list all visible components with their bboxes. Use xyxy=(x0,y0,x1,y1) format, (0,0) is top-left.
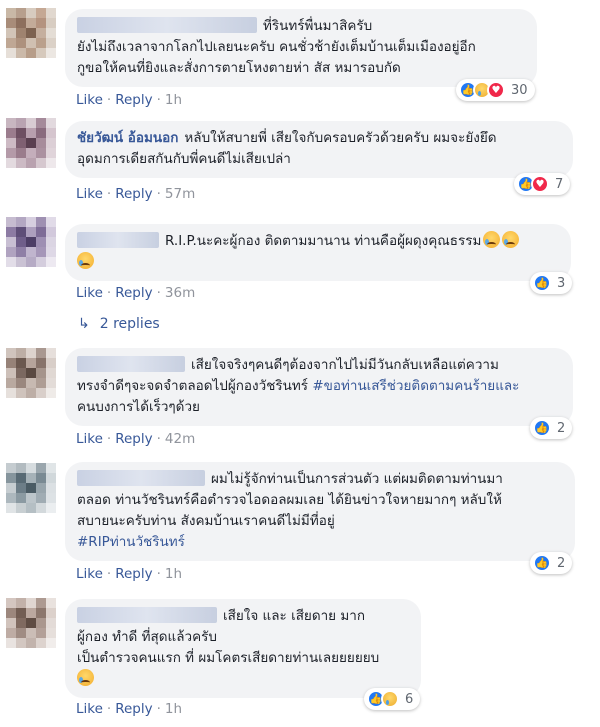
blurred-author-name[interactable] xyxy=(77,470,205,486)
comment-text-line: ผู้กอง ทำดี ที่สุดแล้วครับ xyxy=(77,629,217,645)
avatar[interactable] xyxy=(6,8,56,58)
comment-bubble: ชัยวัฒน์ อ้อมนอก หลับให้สบายพี่ เสียใจกับ… xyxy=(65,121,573,178)
like-link[interactable]: Like xyxy=(76,92,103,108)
reaction-count: 3 xyxy=(557,275,566,291)
comment-text-line: ตลอด ท่านวัชรินทร์คือตำรวจไอดอลผมเลย ได้… xyxy=(77,492,502,508)
like-link[interactable]: Like xyxy=(76,431,103,447)
blurred-author-name[interactable] xyxy=(77,17,257,33)
sad-icon xyxy=(381,690,399,708)
comment-bubble: ที่รินทร์พื่นมาสิครับ ยังไม่ถึงเวลาจากโล… xyxy=(65,9,537,87)
blurred-author-name[interactable] xyxy=(77,356,185,372)
avatar[interactable] xyxy=(6,217,56,267)
comment-actions: Like · Reply · 42m xyxy=(76,431,196,447)
comment-bubble: เสียใจ และ เสียดาย มาก ผู้กอง ทำดี ที่สุ… xyxy=(65,599,421,698)
comment-text-line: คนบงการได้เร็วๆด้วย xyxy=(77,399,200,415)
comment-text-line: เสียใจจริงๆคนดีๆต้องจากไปไม่มีวันกลับเหล… xyxy=(191,357,499,373)
comment-text-line: สบายนะครับท่าน สังคมบ้านเราคนดีไม่มีที่อ… xyxy=(77,513,335,529)
reply-link[interactable]: Reply xyxy=(115,431,152,447)
like-link[interactable]: Like xyxy=(76,285,103,301)
comment-text-line: ผมไม่รู้จักท่านเป็นการส่วนตัว แต่ผมติดตา… xyxy=(211,471,503,487)
comment-text-line: กูขอให้คนที่ยิงและสั่งการตายโหงตายห่า สั… xyxy=(77,60,401,76)
comment-bubble: ผมไม่รู้จักท่านเป็นการส่วนตัว แต่ผมติดตา… xyxy=(65,462,575,561)
like-link[interactable]: Like xyxy=(76,566,103,582)
reactions-summary[interactable]: 👍 3 xyxy=(530,272,573,294)
reactions-summary[interactable]: 👍 2 xyxy=(530,552,573,574)
comment-text-line: หลับให้สบายพี่ เสียใจกับครอบครัวด้วยครับ… xyxy=(184,130,497,146)
comment-bubble: เสียใจจริงๆคนดีๆต้องจากไปไม่มีวันกลับเหล… xyxy=(65,348,573,426)
reply-arrow-icon: ↳ xyxy=(78,316,90,332)
love-icon: ♥ xyxy=(487,81,505,99)
reaction-count: 2 xyxy=(557,420,566,436)
crying-emoji-icon xyxy=(502,231,520,248)
comment-text-line: ยังไม่ถึงเวลาจากโลกไปเลยนะครับ คนชั่วช้า… xyxy=(77,39,476,55)
reply-link[interactable]: Reply xyxy=(115,285,152,301)
comment-actions: Like · Reply · 57m xyxy=(76,186,196,202)
blurred-author-name[interactable] xyxy=(77,607,217,623)
like-icon: 👍 xyxy=(533,554,551,572)
comment-actions: Like · Reply · 1h xyxy=(76,701,183,717)
comment-text-line: เป็นตำรวจคนแรก ที่ ผมโคตรเสียดายท่านเลยย… xyxy=(77,650,380,666)
replies-label: 2 replies xyxy=(99,316,160,332)
avatar[interactable] xyxy=(6,463,56,513)
comment-text-line: ทรงจำดีๆจะจดจำตลอดไปผู้กองวัชรินทร์ xyxy=(77,378,309,394)
reactions-summary[interactable]: 👍 ♥ 7 xyxy=(514,173,571,195)
reaction-count: 6 xyxy=(405,691,414,707)
avatar[interactable] xyxy=(6,598,56,648)
crying-emoji-icon xyxy=(483,231,501,248)
blurred-author-name[interactable] xyxy=(77,232,159,248)
like-icon: 👍 xyxy=(533,419,551,437)
comment-text-line: อุดมการเดียสกันกับพี่คนดีไม่เสียเปล่า xyxy=(77,151,291,167)
comment-text-line: ที่รินทร์พื่นมาสิครับ xyxy=(263,18,373,34)
reactions-summary[interactable]: 👍 2 xyxy=(530,417,573,439)
timestamp[interactable]: 42m xyxy=(165,431,195,447)
reply-link[interactable]: Reply xyxy=(115,701,152,717)
reaction-count: 7 xyxy=(555,176,564,192)
reply-link[interactable]: Reply xyxy=(115,566,152,582)
comment-author[interactable]: ชัยวัฒน์ อ้อมนอก xyxy=(77,130,178,146)
reaction-count: 2 xyxy=(557,555,566,571)
crying-emoji-icon xyxy=(77,252,94,269)
like-icon: 👍 xyxy=(533,274,551,292)
timestamp[interactable]: 36m xyxy=(165,285,195,301)
reply-link[interactable]: Reply xyxy=(115,92,152,108)
comment-text-line: เสียใจ และ เสียดาย มาก xyxy=(223,608,366,624)
like-link[interactable]: Like xyxy=(76,701,103,717)
comment-actions: Like · Reply · 1h xyxy=(76,566,183,582)
crying-emoji-icon xyxy=(77,669,94,686)
reaction-count: 30 xyxy=(511,82,528,98)
comment-text-line: R.I.P.นะคะผู้กอง ติดตามมานาน ท่านคือผู้ผ… xyxy=(165,233,482,249)
avatar[interactable] xyxy=(6,118,56,168)
comment-actions: Like · Reply · 36m xyxy=(76,285,196,301)
reply-link[interactable]: Reply xyxy=(115,186,152,202)
comment-bubble: R.I.P.นะคะผู้กอง ติดตามมานาน ท่านคือผู้ผ… xyxy=(65,224,571,281)
timestamp[interactable]: 57m xyxy=(165,186,195,202)
timestamp[interactable]: 1h xyxy=(165,566,182,582)
hashtag-link[interactable]: #RIPท่านวัชรินทร์ xyxy=(77,532,563,553)
timestamp[interactable]: 1h xyxy=(165,701,182,717)
reactions-summary[interactable]: 👍 6 xyxy=(364,688,421,710)
comment-actions: Like · Reply · 1h xyxy=(76,92,183,108)
view-replies-link[interactable]: ↳ 2 replies xyxy=(78,316,160,332)
timestamp[interactable]: 1h xyxy=(165,92,182,108)
reactions-summary[interactable]: 👍 ♥ 30 xyxy=(456,79,535,101)
hashtag-link[interactable]: #ขอท่านเสรีช่วยติดตามคนร้ายและ xyxy=(312,378,519,394)
love-icon: ♥ xyxy=(531,175,549,193)
avatar[interactable] xyxy=(6,348,56,398)
like-link[interactable]: Like xyxy=(76,186,103,202)
